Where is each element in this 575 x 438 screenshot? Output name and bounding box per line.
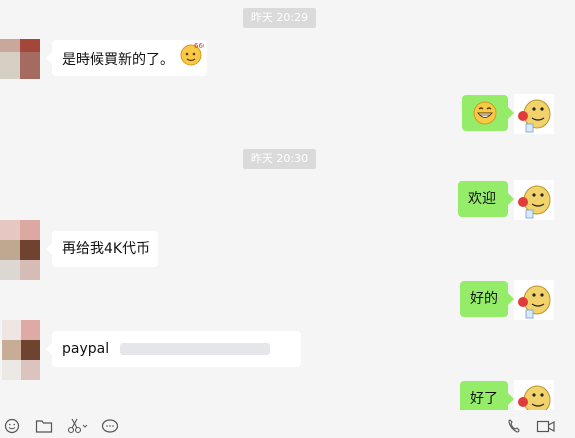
- message-text: 好的: [470, 291, 498, 307]
- contact-avatar[interactable]: [0, 220, 40, 280]
- my-avatar[interactable]: [514, 94, 554, 134]
- redacted-text-blur: [119, 343, 270, 355]
- message-bubble-outgoing[interactable]: 好了: [460, 381, 514, 410]
- cartoon-peanut-avatar-icon: [514, 180, 554, 220]
- message-bubble-incoming[interactable]: paypal: [46, 331, 301, 367]
- video-icon[interactable]: [536, 418, 556, 434]
- my-avatar[interactable]: [514, 180, 554, 220]
- message-bubble-outgoing[interactable]: [462, 95, 514, 131]
- emoji-badge-text: 666: [194, 42, 204, 50]
- message-bubble-outgoing[interactable]: 好的: [460, 281, 514, 317]
- timestamp-divider: 昨天 20:30: [243, 149, 316, 169]
- grin-emoji-icon: [472, 95, 498, 140]
- cartoon-peanut-avatar-icon: [514, 280, 554, 320]
- chat-bubble-icon[interactable]: [100, 418, 120, 434]
- folder-icon[interactable]: [34, 418, 54, 434]
- chat-message-area[interactable]: 昨天 20:29 是時候買新的了。 666: [0, 0, 575, 410]
- message-text: paypal: [62, 341, 110, 357]
- input-toolbar: [0, 418, 575, 434]
- contact-avatar[interactable]: [0, 39, 40, 79]
- my-avatar[interactable]: [514, 280, 554, 320]
- 666-face-emoji-icon: 666: [178, 40, 208, 80]
- message-bubble-outgoing[interactable]: 欢迎: [458, 181, 514, 217]
- message-bubble-incoming[interactable]: 再给我4K代币: [46, 231, 158, 267]
- emoji-icon[interactable]: [2, 418, 22, 434]
- my-avatar[interactable]: [514, 380, 554, 410]
- phone-icon[interactable]: [504, 418, 524, 434]
- message-text: 是時候買新的了。: [62, 52, 174, 68]
- message-text: 好了: [470, 391, 498, 407]
- cartoon-peanut-avatar-icon: [514, 380, 554, 410]
- contact-avatar[interactable]: [2, 320, 40, 380]
- cartoon-peanut-avatar-icon: [514, 94, 554, 134]
- message-text: 欢迎: [468, 191, 496, 207]
- scissors-icon[interactable]: [66, 418, 90, 434]
- message-bubble-incoming[interactable]: 是時候買新的了。 666: [46, 40, 208, 76]
- timestamp-divider: 昨天 20:29: [243, 8, 316, 28]
- message-text: 再给我4K代币: [62, 241, 151, 257]
